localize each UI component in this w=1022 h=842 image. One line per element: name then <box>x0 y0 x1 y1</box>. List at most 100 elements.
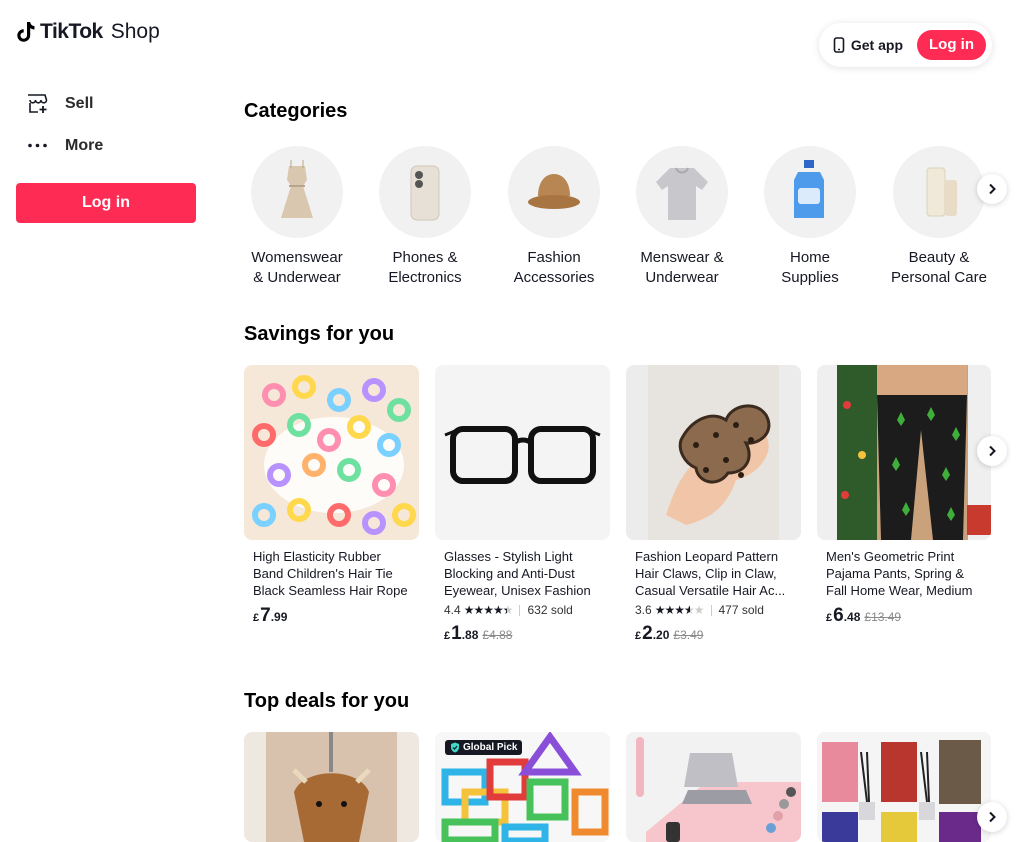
product-rating: 3.6 ★★★★ ★ ★ 477 sold <box>635 603 793 617</box>
sidebar-item-sell[interactable]: Sell <box>26 92 93 115</box>
product-title: Fashion Leopard Pattern Hair Claws, Clip… <box>635 549 786 598</box>
category-fashion-accessories[interactable]: Fashion Accessories <box>489 146 619 288</box>
price-original: £13.49 <box>864 610 902 624</box>
product-image <box>244 732 419 842</box>
price-original: £4.88 <box>482 628 513 642</box>
categories-carousel: Womenswear & Underwear Phones & Electronic… <box>244 146 1004 296</box>
category-label-line1: Menswear & <box>640 249 724 266</box>
savings-next-button[interactable] <box>977 436 1007 466</box>
category-image <box>379 146 471 238</box>
price-decimal: .88 <box>461 628 479 642</box>
star-rating-icon: ★★★★★★ <box>463 603 514 617</box>
price-currency: £ <box>253 612 260 624</box>
brand-shop: Shop <box>110 20 160 43</box>
category-womenswear[interactable]: Womenswear & Underwear <box>232 146 362 288</box>
categories-next-button[interactable] <box>977 174 1007 204</box>
product-image: Global Pick <box>435 732 610 842</box>
price-main: 6 <box>833 605 844 626</box>
product-card[interactable]: Global Pick <box>435 732 610 842</box>
rating-value: 3.6 <box>635 603 652 617</box>
category-label-line2: Underwear <box>645 269 719 286</box>
product-title: Men's Geometric Print Pajama Pants, Spri… <box>826 549 973 598</box>
category-label-line2: Electronics <box>388 269 462 286</box>
category-image <box>893 146 985 238</box>
product-title: High Elasticity Rubber Band Children's H… <box>253 549 408 598</box>
tiktok-shop-logo[interactable]: TikTok Shop <box>16 20 160 44</box>
category-label-line1: Phones & <box>392 249 458 266</box>
rating-value: 4.4 <box>444 603 461 617</box>
sidebar-item-label: More <box>65 136 104 154</box>
sidebar-login-button[interactable]: Log in <box>16 183 196 223</box>
category-label-line1: Fashion <box>527 249 581 266</box>
category-label-line1: Womenswear <box>251 249 343 266</box>
product-price: £ 2 .20 £3.49 <box>635 623 793 645</box>
category-phones[interactable]: Phones & Electronics <box>360 146 490 288</box>
price-currency: £ <box>635 630 642 642</box>
product-image <box>817 732 991 842</box>
category-label-line1: Beauty & <box>908 249 970 266</box>
price-original: £3.49 <box>673 628 704 642</box>
price-decimal: .20 <box>652 628 670 642</box>
categories-title: Categories <box>244 100 348 122</box>
category-label-line1: Home <box>789 249 830 266</box>
get-app-button[interactable]: Get app <box>833 37 903 53</box>
product-title: Glasses - Stylish Light Blocking and Ant… <box>444 549 591 598</box>
sold-count: 477 sold <box>718 603 764 617</box>
product-price: £ 7 .99 <box>253 605 411 627</box>
sold-count: 632 sold <box>527 603 573 617</box>
product-card[interactable]: Fashion Leopard Pattern Hair Claws, Clip… <box>626 365 801 645</box>
product-image <box>817 365 991 540</box>
category-label-line2: Supplies <box>781 269 839 286</box>
price-main: 7 <box>260 605 271 626</box>
product-image <box>244 365 419 540</box>
product-card[interactable]: Men's Geometric Print Pajama Pants, Spri… <box>817 365 991 627</box>
savings-title: Savings for you <box>244 323 395 345</box>
product-rating: 4.4 ★★★★★★ 632 sold <box>444 603 602 617</box>
category-image <box>636 146 728 238</box>
price-decimal: .99 <box>270 610 288 624</box>
price-main: 1 <box>451 623 462 644</box>
shield-check-icon <box>451 742 459 753</box>
category-image <box>764 146 856 238</box>
chevron-right-icon <box>989 183 996 195</box>
product-card[interactable]: High Elasticity Rubber Band Children's H… <box>244 365 419 627</box>
price-main: 2 <box>642 623 653 644</box>
product-card[interactable] <box>244 732 419 842</box>
star-rating-icon: ★★★★★★ <box>654 603 705 617</box>
brand-name: TikTok <box>40 20 103 43</box>
category-label-line2: & Underwear <box>253 269 341 286</box>
more-dots-icon <box>28 143 47 148</box>
header-actions: Get app Log in <box>818 23 992 67</box>
category-menswear[interactable]: Menswear & Underwear <box>617 146 747 288</box>
product-card[interactable] <box>817 732 991 842</box>
product-image <box>435 365 610 540</box>
price-currency: £ <box>826 612 833 624</box>
phone-icon <box>833 37 845 53</box>
product-image <box>626 732 801 842</box>
deals-title: Top deals for you <box>244 690 410 712</box>
category-label-line2: Personal Care <box>891 269 987 286</box>
store-add-icon <box>28 94 48 113</box>
product-image <box>626 365 801 540</box>
get-app-label: Get app <box>850 37 903 53</box>
category-label-line2: Accessories <box>513 269 595 286</box>
tiktok-logo-icon <box>17 22 35 42</box>
price-decimal: .48 <box>843 610 861 624</box>
price-currency: £ <box>444 630 451 642</box>
global-pick-badge: Global Pick <box>445 740 523 755</box>
product-price: £ 6 .48 £13.49 <box>826 605 983 627</box>
badge-label: Global Pick <box>463 742 518 753</box>
sidebar-item-more[interactable]: More <box>26 134 103 157</box>
product-card[interactable]: Glasses - Stylish Light Blocking and Ant… <box>435 365 610 645</box>
category-image <box>251 146 343 238</box>
category-home[interactable]: Home Supplies <box>745 146 875 288</box>
product-card[interactable] <box>626 732 801 842</box>
deals-next-button[interactable] <box>977 802 1007 832</box>
category-beauty[interactable]: Beauty & Personal Care <box>874 146 1004 288</box>
product-price: £ 1 .88 £4.88 <box>444 623 602 645</box>
header-login-button[interactable]: Log in <box>917 30 986 60</box>
chevron-right-icon <box>989 811 996 823</box>
chevron-right-icon <box>989 445 996 457</box>
category-image <box>508 146 600 238</box>
sidebar-item-label: Sell <box>65 94 94 112</box>
